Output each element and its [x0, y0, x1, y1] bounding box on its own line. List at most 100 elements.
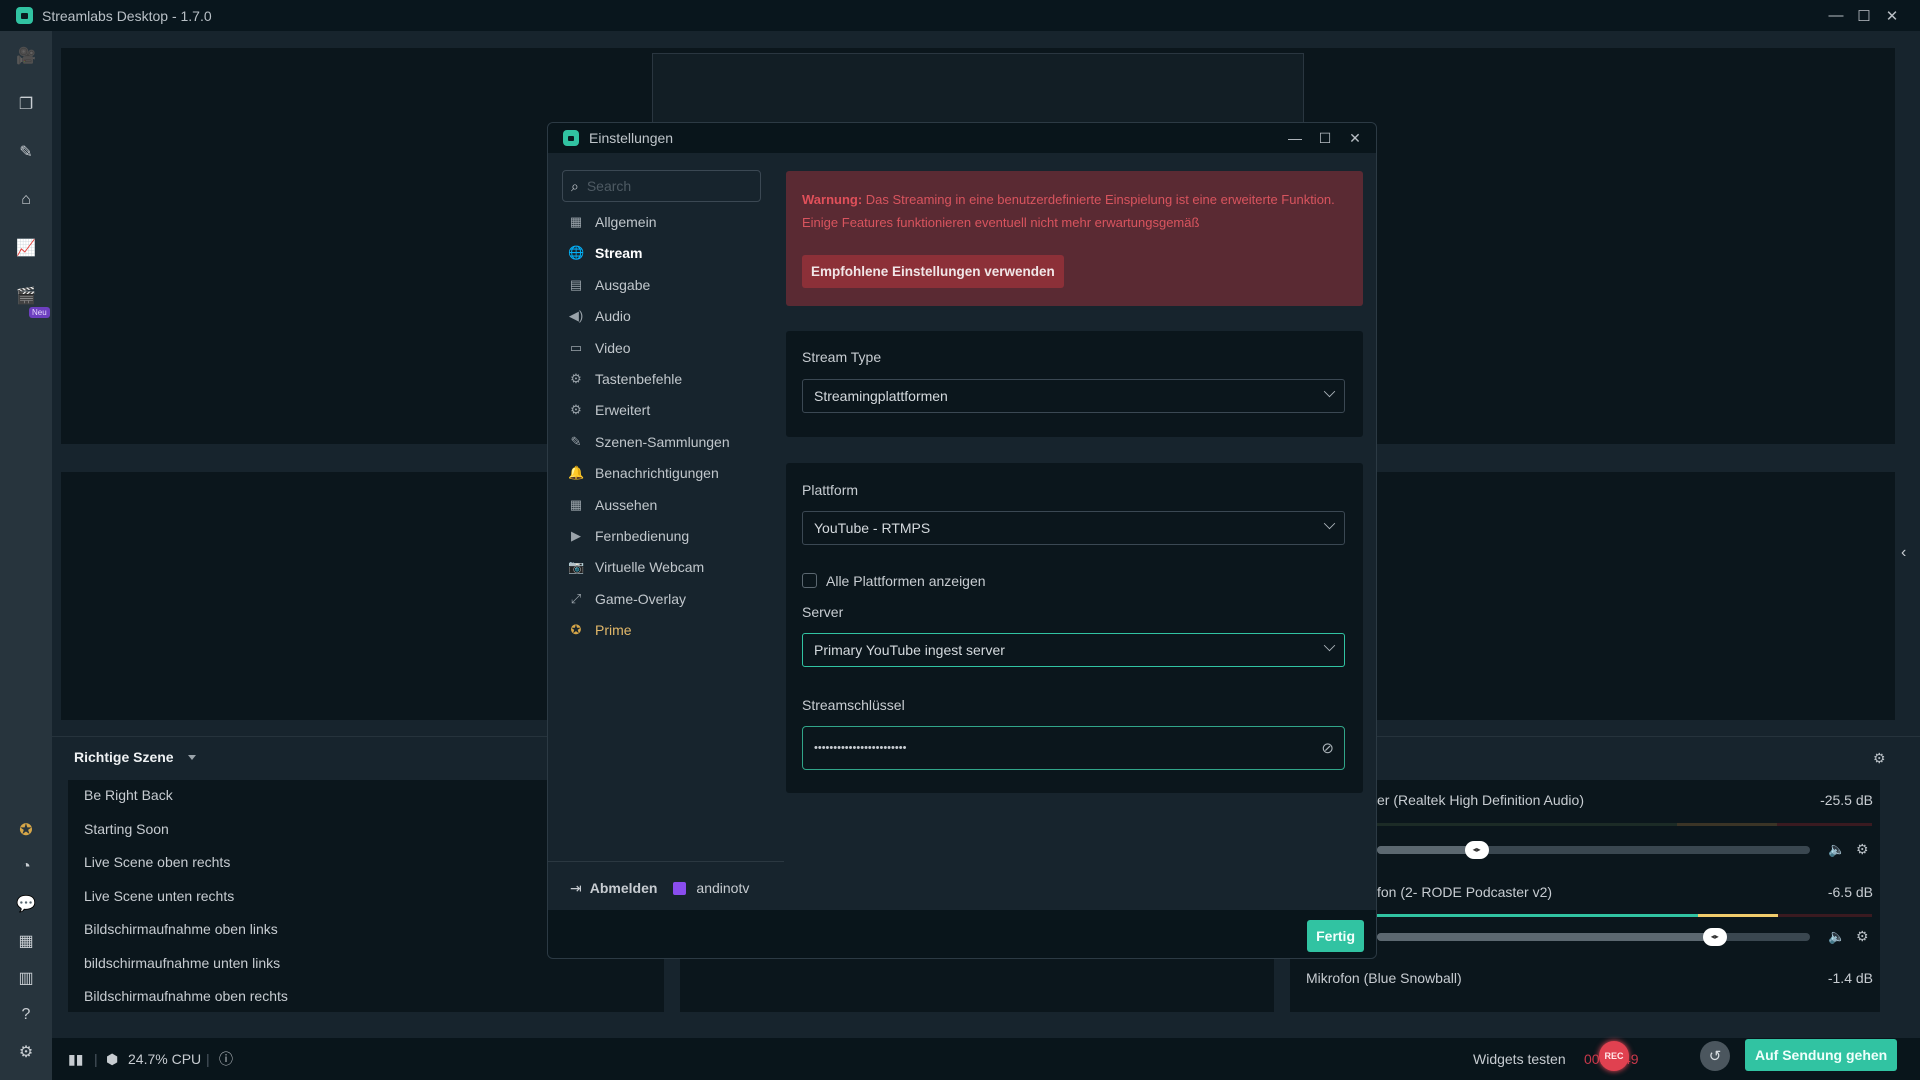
menu-item-icon: ⚙ [570, 371, 582, 386]
stream-type-select[interactable]: Streamingplattformen [802, 379, 1345, 413]
settings-menu-item-virtuelle-webcam[interactable]: 📷 Virtuelle Webcam [568, 554, 704, 580]
minimize-button[interactable]: — [1822, 7, 1850, 24]
volume-slider[interactable]: ◂▸ [1377, 928, 1810, 946]
chevron-down-icon [1323, 385, 1336, 398]
settings-menu-item-game-overlay[interactable]: ⤢ Game-Overlay [568, 586, 686, 612]
chat-icon[interactable]: 💬 [15, 893, 37, 915]
settings-menu-item-prime[interactable]: ✪ Prime [568, 617, 632, 643]
scene-collections-icon[interactable]: ✎ [15, 141, 37, 163]
speaker-icon[interactable]: 🔈 [1828, 841, 1845, 858]
settings-menu-item-szenen-sammlungen[interactable]: ✎ Szenen-Sammlungen [568, 429, 730, 455]
status-footer: ▮▮ | ⬢ 24.7% CPU | ⓘ Widgets testen 00:0… [52, 1038, 1920, 1080]
scene-item[interactable]: Bildschirmaufnahme oben rechts [84, 988, 288, 1004]
highlighter-icon[interactable]: 🎬 [15, 285, 37, 307]
mixer-source-name: fon (2- RODE Podcaster v2) [1377, 884, 1553, 900]
dashboard-icon[interactable]: 📈 [15, 237, 37, 259]
dialog-window-controls: — ☐ ✕ [1280, 123, 1370, 153]
dialog-minimize-button[interactable]: — [1280, 130, 1310, 146]
settings-menu-item-allgemein[interactable]: ▦ Allgemein [568, 209, 657, 235]
scene-item[interactable]: Live Scene oben rechts [84, 854, 230, 870]
platform-value: YouTube - RTMPS [814, 520, 931, 536]
scene-collection-selector[interactable]: Richtige Szene [74, 749, 196, 765]
use-recommended-settings-button[interactable]: Empfohlene Einstellungen verwenden [802, 255, 1064, 288]
mixer-settings-icon[interactable]: ⚙ [1873, 750, 1886, 767]
settings-menu-item-fernbedienung[interactable]: ▶ Fernbedienung [568, 523, 689, 549]
settings-menu-item-benachrichtigungen[interactable]: 🔔 Benachrichtigungen [568, 460, 719, 486]
menu-item-label: Virtuelle Webcam [595, 559, 705, 576]
record-button[interactable]: REC [1599, 1041, 1629, 1071]
settings-menu-item-audio[interactable]: ◀) Audio [568, 303, 631, 329]
stream-key-label: Streamschlüssel [802, 697, 905, 713]
scene-item[interactable]: Be Right Back [84, 787, 173, 803]
level-meter-fill [1377, 914, 1778, 917]
show-all-platforms-checkbox[interactable] [802, 573, 817, 588]
settings-menu-item-erweitert[interactable]: ⚙ Erweitert [568, 397, 650, 423]
volume-slider-handle[interactable]: ◂▸ [1464, 841, 1489, 859]
platform-select[interactable]: YouTube - RTMPS [802, 511, 1345, 545]
done-button[interactable]: Fertig [1307, 920, 1364, 952]
studio-mode-icon[interactable]: ▥ [15, 967, 37, 989]
new-badge: Neu [29, 307, 50, 318]
themes-icon[interactable]: ❐ [15, 93, 37, 115]
volume-slider-fill [1377, 933, 1715, 941]
settings-search[interactable]: ⌕ [562, 170, 761, 202]
settings-menu-item-tastenbefehle[interactable]: ⚙ Tastenbefehle [568, 366, 682, 392]
caret-down-icon[interactable] [187, 754, 196, 760]
volume-slider[interactable]: ◂▸ [1377, 841, 1810, 859]
source-settings-icon[interactable]: ⚙ [1856, 928, 1869, 945]
scene-collection-name: Richtige Szene [74, 749, 174, 765]
app-title: Streamlabs Desktop - 1.7.0 [42, 7, 212, 24]
settings-menu-item-video[interactable]: ▭ Video [568, 335, 631, 361]
show-all-platforms-label[interactable]: Alle Plattformen anzeigen [826, 573, 986, 589]
scene-item[interactable]: bildschirmaufnahme unten links [84, 955, 280, 971]
test-widgets-button[interactable]: Widgets testen [1473, 1038, 1566, 1080]
dialog-maximize-button[interactable]: ☐ [1310, 130, 1340, 147]
stats-icon[interactable]: ▮▮ [68, 1038, 83, 1080]
stream-type-label: Stream Type [802, 349, 882, 365]
layout-icon[interactable]: ▦ [15, 930, 37, 952]
help-icon[interactable]: ? [15, 1004, 37, 1026]
editor-icon[interactable]: 🎥 [15, 45, 37, 67]
menu-item-label: Erweitert [595, 402, 651, 419]
close-button[interactable]: ✕ [1878, 7, 1906, 25]
logout-button[interactable]: Abmelden [590, 880, 658, 896]
settings-menu-item-ausgabe[interactable]: ▤ Ausgabe [568, 272, 650, 298]
twitch-icon [673, 881, 687, 895]
dashboard-gauge-icon[interactable]: ◔ [15, 856, 37, 878]
dialog-title-bar: Einstellungen — ☐ ✕ [548, 123, 1376, 153]
chevron-down-icon [1323, 517, 1336, 530]
prime-icon[interactable]: ✪ [15, 819, 37, 841]
scene-item[interactable]: Bildschirmaufnahme oben links [84, 921, 278, 937]
eye-slash-icon[interactable]: ⊘ [1321, 739, 1334, 757]
cpu-usage: 24.7% CPU [128, 1051, 202, 1067]
mixer-source-db: -6.5 dB [1827, 884, 1873, 900]
logout-icon[interactable]: ⇥ [570, 880, 582, 897]
search-icon: ⌕ [571, 177, 579, 194]
replay-buffer-icon[interactable]: ↺ [1700, 1041, 1730, 1071]
speaker-icon[interactable]: 🔈 [1828, 928, 1845, 945]
mixer-source-db: -25.5 dB [1820, 792, 1873, 808]
menu-item-icon: ▤ [569, 276, 583, 292]
settings-icon[interactable]: ⚙ [15, 1041, 37, 1063]
settings-menu-item-aussehen[interactable]: ▦ Aussehen [568, 492, 657, 518]
go-live-button[interactable]: Auf Sendung gehen [1745, 1039, 1898, 1071]
dialog-footer: Fertig [548, 910, 1376, 958]
stream-key-input[interactable]: •••••••••••••••••••••••• ⊘ [802, 726, 1345, 770]
collapse-chevron-left-icon[interactable]: ‹ [1901, 544, 1906, 562]
store-icon[interactable]: ⌂ [15, 189, 37, 211]
level-meter [1677, 823, 1777, 826]
info-icon[interactable]: ⓘ [219, 1038, 233, 1080]
scene-item[interactable]: Live Scene unten rechts [84, 888, 234, 904]
menu-item-label: Fernbedienung [595, 528, 690, 544]
stream-type-value: Streamingplattformen [814, 388, 948, 404]
scene-item[interactable]: Starting Soon [84, 821, 169, 837]
search-input[interactable] [586, 178, 737, 194]
source-settings-icon[interactable]: ⚙ [1856, 841, 1869, 858]
server-select[interactable]: Primary YouTube ingest server [802, 633, 1345, 667]
menu-item-icon: ◀) [568, 308, 584, 324]
settings-menu-item-stream[interactable]: 🌐 Stream [568, 240, 642, 266]
maximize-button[interactable]: ☐ [1850, 7, 1878, 25]
dialog-close-button[interactable]: ✕ [1340, 130, 1370, 147]
volume-slider-handle[interactable]: ◂▸ [1702, 928, 1727, 946]
cpu-icon: ⬢ [106, 1050, 119, 1067]
